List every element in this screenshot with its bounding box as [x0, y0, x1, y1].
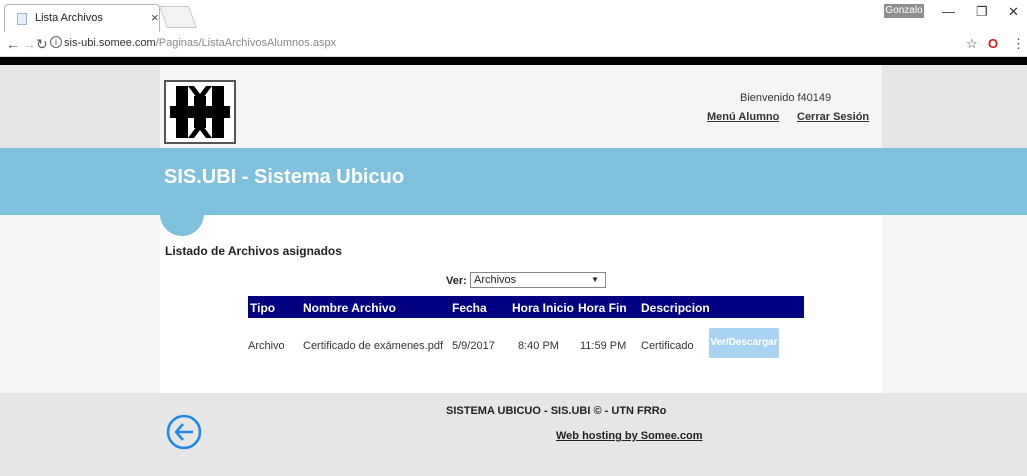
- forward-arrow-icon[interactable]: →: [22, 36, 36, 52]
- restore-icon[interactable]: ❐: [976, 4, 988, 20]
- student-menu-link[interactable]: Menú Alumno: [707, 111, 779, 123]
- column-header-descripcion: Descripcion: [641, 301, 710, 315]
- cell-descripcion: Certificado: [641, 340, 694, 352]
- filter-select-value: Archivos: [474, 274, 517, 286]
- window-close-icon[interactable]: ✕: [1008, 4, 1019, 20]
- column-header-nombre: Nombre Archivo: [303, 301, 396, 315]
- browser-tab[interactable]: Lista Archivos ×: [4, 4, 160, 32]
- download-button[interactable]: Ver/Descargar: [709, 328, 779, 358]
- profile-badge[interactable]: Gonzalo: [884, 4, 924, 18]
- reload-icon[interactable]: ↻: [36, 36, 48, 53]
- utn-logo: [164, 80, 236, 144]
- site-banner: [0, 148, 1027, 215]
- column-header-tipo: Tipo: [250, 301, 276, 315]
- site-title: SIS.UBI - Sistema Ubicuo: [164, 166, 405, 188]
- list-title: Listado de Archivos asignados: [165, 244, 342, 258]
- chevron-down-icon: ▼: [591, 275, 599, 284]
- back-arrow-icon[interactable]: ←: [6, 36, 20, 52]
- new-tab-button[interactable]: [158, 6, 198, 28]
- column-header-hora-inicio: Hora Inicio: [512, 301, 575, 315]
- url-domain: sis-ubi.somee.com: [64, 37, 156, 49]
- cell-hora-inicio: 8:40 PM: [518, 340, 559, 352]
- opera-icon[interactable]: O: [988, 36, 998, 51]
- info-icon[interactable]: i: [50, 36, 62, 48]
- filter-select[interactable]: Archivos ▼: [470, 272, 606, 288]
- page-icon: [17, 13, 27, 25]
- welcome-text: Bienvenido f40149: [740, 92, 832, 104]
- page-header: [160, 65, 882, 148]
- browser-tab-bar: Lista Archivos × Gonzalo — ❐ ✕: [0, 0, 1027, 32]
- back-circle-icon[interactable]: [166, 414, 202, 450]
- top-divider: [0, 57, 1027, 65]
- logout-link[interactable]: Cerrar Sesión: [797, 111, 869, 123]
- cell-tipo: Archivo: [248, 340, 285, 352]
- url-field[interactable]: sis-ubi.somee.com/Paginas/ListaArchivosA…: [64, 37, 336, 49]
- close-tab-icon[interactable]: ×: [151, 10, 159, 25]
- cell-fecha: 5/9/2017: [452, 340, 495, 352]
- column-header-fecha: Fecha: [452, 301, 487, 315]
- menu-dots-icon[interactable]: ⋮: [1012, 36, 1025, 52]
- hosting-link[interactable]: Web hosting by Somee.com: [556, 430, 703, 442]
- footer-copyright: SISTEMA UBICUO - SIS.UBI © - UTN FRRo: [446, 405, 667, 417]
- tab-title: Lista Archivos: [35, 12, 103, 24]
- filter-label: Ver:: [446, 275, 467, 287]
- cell-nombre: Certificado de exámenes.pdf: [303, 340, 444, 352]
- column-header-hora-fin: Hora Fin: [578, 301, 627, 315]
- url-path: /Paginas/ListaArchivosAlumnos.aspx: [155, 37, 337, 49]
- minimize-icon[interactable]: —: [942, 4, 955, 19]
- arrow-left-circle-icon: [166, 414, 202, 450]
- cell-hora-fin: 11:59 PM: [580, 340, 627, 352]
- utn-logo-icon: [170, 86, 230, 138]
- star-icon[interactable]: ☆: [966, 36, 978, 52]
- address-bar: ← → ↻ i sis-ubi.somee.com/Paginas/ListaA…: [0, 32, 1027, 57]
